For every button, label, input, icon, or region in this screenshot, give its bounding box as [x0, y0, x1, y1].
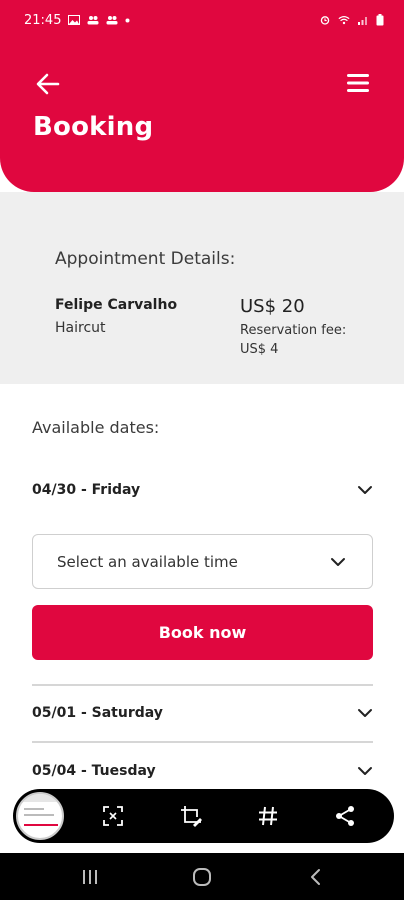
- hashtag-icon[interactable]: [257, 805, 279, 827]
- recent-apps-icon[interactable]: [80, 867, 100, 887]
- book-now-button[interactable]: Book now: [32, 605, 373, 660]
- alarm-icon: [320, 16, 330, 25]
- chevron-down-icon: [358, 767, 372, 775]
- service-name: Haircut: [55, 320, 106, 336]
- divider: [32, 684, 373, 686]
- wifi-icon: [338, 15, 350, 25]
- screenshot-thumbnail[interactable]: [16, 792, 64, 840]
- signal-icon: [358, 17, 367, 25]
- date-label: 04/30 - Friday: [32, 482, 141, 498]
- chevron-down-icon: [358, 486, 372, 494]
- scan-text-icon[interactable]: [102, 805, 124, 827]
- home-icon[interactable]: [192, 867, 212, 887]
- dot-icon: [125, 18, 130, 22]
- screenshot-toolbar: [13, 789, 394, 843]
- page-title: Booking: [33, 112, 154, 142]
- appointment-heading: Appointment Details:: [55, 249, 236, 269]
- people-icon: [106, 16, 118, 25]
- service-price: US$ 20: [240, 296, 305, 317]
- chevron-down-icon: [331, 557, 345, 566]
- date-label: 05/01 - Saturday: [32, 705, 163, 721]
- back-icon[interactable]: [306, 867, 326, 887]
- date-item-0[interactable]: 04/30 - Friday: [32, 475, 373, 505]
- status-time: 21:45: [24, 12, 62, 28]
- appointment-details: Appointment Details: Felipe Carvalho Hai…: [0, 192, 404, 384]
- people-icon: [87, 16, 99, 25]
- reservation-fee-value: US$ 4: [240, 342, 279, 357]
- date-label: 05/04 - Tuesday: [32, 763, 156, 779]
- date-item-1[interactable]: 05/01 - Saturday: [32, 698, 373, 728]
- available-dates-heading: Available dates:: [32, 418, 160, 437]
- gallery-icon: [68, 15, 81, 25]
- hamburger-menu-icon[interactable]: [346, 72, 370, 94]
- system-nav-bar: [0, 853, 404, 900]
- status-bar: 21:45: [0, 0, 404, 40]
- professional-name: Felipe Carvalho: [55, 297, 178, 313]
- arrow-left-icon[interactable]: [34, 70, 62, 98]
- divider: [32, 741, 373, 743]
- date-item-2[interactable]: 05/04 - Tuesday: [32, 756, 373, 786]
- header: 21:45 Booking: [0, 0, 404, 192]
- time-select-dropdown[interactable]: Select an available time: [32, 534, 373, 589]
- battery-icon: [376, 14, 384, 26]
- time-select-placeholder: Select an available time: [57, 552, 238, 571]
- crop-edit-icon[interactable]: [180, 805, 202, 827]
- chevron-down-icon: [358, 709, 372, 717]
- share-icon[interactable]: [334, 805, 356, 827]
- reservation-fee-label: Reservation fee:: [240, 323, 347, 338]
